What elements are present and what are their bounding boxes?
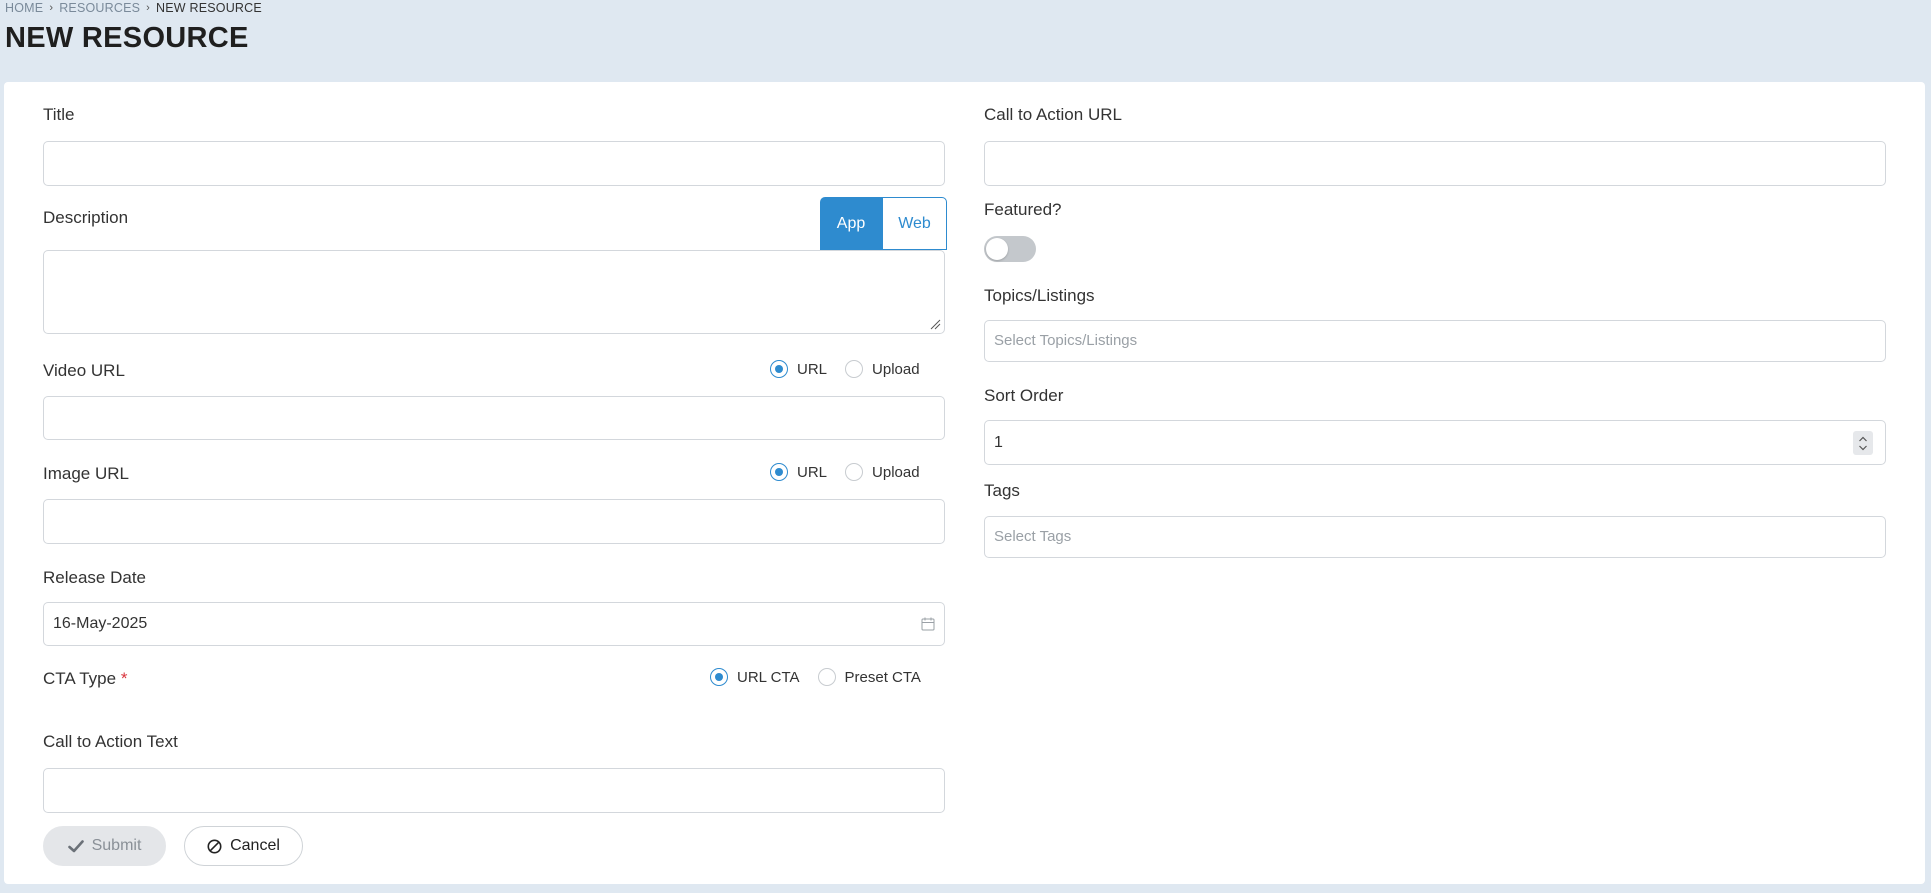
cta-type-radio-group: URL CTA Preset CTA [692,668,921,686]
featured-label: Featured? [984,200,1062,219]
breadcrumb-resources-link[interactable]: RESOURCES [59,1,140,15]
url-cta-radio-label: URL CTA [737,668,800,686]
radio-checked-icon [770,360,788,378]
topics-label: Topics/Listings [984,286,1095,305]
image-url-radio-label: URL [797,463,828,481]
cta-url-label: Call to Action URL [984,105,1122,124]
ban-icon [207,839,222,853]
tags-label: Tags [984,481,1020,500]
video-url-input[interactable] [43,396,945,440]
video-upload-radio[interactable]: Upload [845,360,920,378]
resize-handle-icon[interactable] [929,318,941,330]
image-upload-radio-label: Upload [872,463,920,481]
calendar-icon[interactable] [921,617,935,631]
topics-select[interactable] [984,320,1886,362]
cta-text-label: Call to Action Text [43,732,178,751]
required-mark: * [120,669,128,688]
chevron-up-icon[interactable] [1858,436,1868,442]
video-url-radio[interactable]: URL [770,360,827,378]
description-textarea[interactable] [43,250,945,334]
tab-web[interactable]: Web [882,197,947,250]
radio-unchecked-icon [845,463,864,481]
release-date-input[interactable] [43,602,945,646]
chevron-down-icon[interactable] [1858,445,1868,451]
cancel-button-label: Cancel [230,837,280,854]
image-upload-radio[interactable]: Upload [845,463,920,481]
image-source-radio-group: URL Upload [752,463,920,481]
cta-text-input[interactable] [43,768,945,813]
title-label: Title [43,105,75,124]
number-spinner[interactable] [1853,431,1873,455]
title-input[interactable] [43,141,945,186]
toggle-knob [986,238,1008,260]
preset-cta-radio[interactable]: Preset CTA [817,668,921,686]
radio-checked-icon [710,668,728,686]
checkmark-icon [67,839,84,852]
tags-select[interactable] [984,516,1886,558]
tab-app[interactable]: App [820,197,882,250]
video-source-radio-group: URL Upload [752,360,920,378]
sort-order-label: Sort Order [984,386,1064,405]
release-date-label: Release Date [43,568,147,587]
breadcrumb-home-link[interactable]: HOME [5,1,43,15]
page-title: NEW RESOURCE [5,22,249,54]
image-url-label: Image URL [43,464,129,483]
preset-cta-radio-label: Preset CTA [844,668,921,686]
submit-button-label: Submit [91,837,142,854]
url-cta-radio[interactable]: URL CTA [710,668,800,686]
chevron-right-icon: › [146,2,151,14]
image-url-input[interactable] [43,499,945,544]
cancel-button[interactable]: Cancel [184,826,303,866]
chevron-right-icon: › [49,2,54,14]
video-url-label: Video URL [43,361,125,380]
image-url-radio[interactable]: URL [770,463,827,481]
submit-button[interactable]: Submit [43,826,166,866]
description-label: Description [43,208,129,227]
video-url-radio-label: URL [797,360,828,378]
sort-order-input[interactable] [984,420,1886,465]
radio-checked-icon [770,463,788,481]
description-mode-toggle: App Web [820,197,947,250]
featured-toggle-switch[interactable] [984,236,1036,262]
resource-form-card: Title Description App Web Video URL URL … [4,82,1925,884]
cta-url-input[interactable] [984,141,1886,186]
breadcrumb-current: NEW RESOURCE [156,1,262,15]
cta-type-label: CTA Type * [43,669,127,689]
breadcrumb: HOME › RESOURCES › NEW RESOURCE [5,1,262,15]
cta-type-label-text: CTA Type [43,669,117,688]
radio-unchecked-icon [817,668,836,686]
radio-unchecked-icon [845,360,864,378]
video-upload-radio-label: Upload [872,360,920,378]
